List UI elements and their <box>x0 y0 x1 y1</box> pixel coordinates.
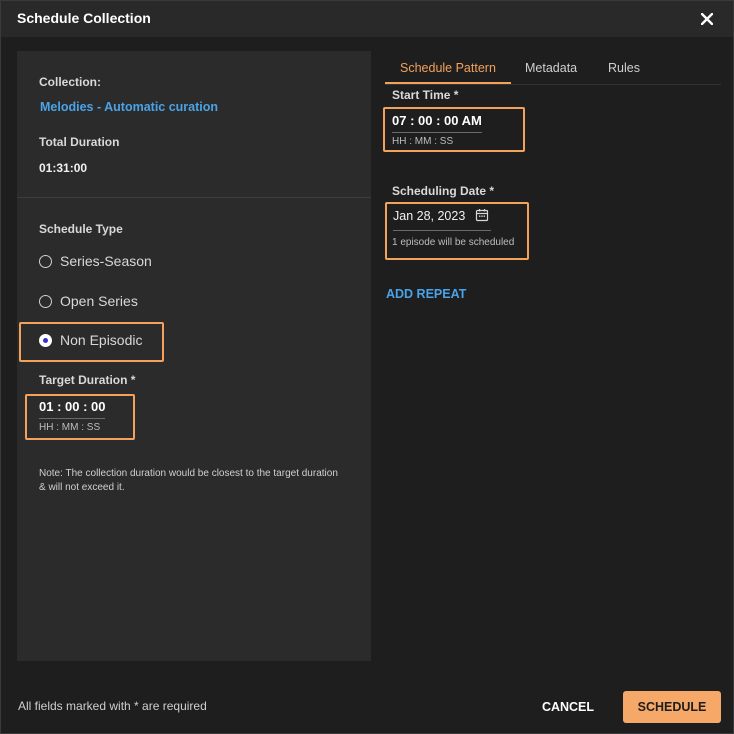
tab-rules[interactable]: Rules <box>608 61 640 75</box>
schedule-button[interactable]: SCHEDULE <box>623 691 721 723</box>
target-duration-input[interactable]: 01 : 00 : 00 <box>39 399 106 414</box>
scheduling-hint: 1 episode will be scheduled <box>392 237 515 248</box>
radio-button[interactable] <box>39 254 52 268</box>
dialog-title: Schedule Collection <box>17 10 151 26</box>
close-button[interactable] <box>695 7 719 31</box>
input-underline <box>392 132 482 133</box>
scheduling-date-input[interactable]: Jan 28, 2023 <box>393 209 465 223</box>
input-underline <box>393 230 491 231</box>
radio-button[interactable] <box>39 294 52 308</box>
active-tab-indicator <box>385 82 511 84</box>
radio-open-series[interactable]: Open Series <box>39 290 138 312</box>
start-time-input[interactable]: 07 : 00 : 00 AM <box>392 113 482 128</box>
tab-schedule-pattern[interactable]: Schedule Pattern <box>400 61 496 75</box>
section-divider <box>17 197 371 198</box>
schedule-type-label: Schedule Type <box>39 222 123 236</box>
dialog-header: Schedule Collection <box>1 1 733 37</box>
target-duration-hint: HH : MM : SS <box>39 422 101 433</box>
duration-note: Note: The collection duration would be c… <box>39 468 338 493</box>
collection-panel: Collection: Melodies - Automatic curatio… <box>17 51 371 661</box>
scheduling-date-label: Scheduling Date * <box>392 184 495 198</box>
tab-bar: Schedule Pattern Metadata Rules <box>385 51 721 85</box>
start-time-label: Start Time * <box>392 88 459 102</box>
add-repeat-button[interactable]: ADD REPEAT <box>386 287 466 301</box>
required-fields-note: All fields marked with * are required <box>18 699 207 713</box>
total-duration-label: Total Duration <box>39 135 120 149</box>
collection-name-link[interactable]: Melodies - Automatic curation <box>40 100 218 114</box>
calendar-icon[interactable] <box>475 208 489 222</box>
collection-label: Collection: <box>39 75 101 89</box>
radio-label: Series-Season <box>60 253 152 269</box>
input-underline <box>39 418 105 419</box>
start-time-hint: HH : MM : SS <box>392 136 454 147</box>
radio-label: Non Episodic <box>60 332 143 348</box>
target-duration-label: Target Duration * <box>39 373 136 387</box>
close-icon <box>701 13 713 25</box>
tab-metadata[interactable]: Metadata <box>525 61 577 75</box>
schedule-collection-dialog: Schedule Collection Collection: Melodies… <box>0 0 734 734</box>
radio-button-selected[interactable] <box>39 333 52 347</box>
total-duration-value: 01:31:00 <box>39 161 88 175</box>
cancel-button[interactable]: CANCEL <box>531 691 605 723</box>
radio-series-season[interactable]: Series-Season <box>39 250 152 272</box>
radio-label: Open Series <box>60 293 138 309</box>
radio-non-episodic[interactable]: Non Episodic <box>39 329 143 351</box>
